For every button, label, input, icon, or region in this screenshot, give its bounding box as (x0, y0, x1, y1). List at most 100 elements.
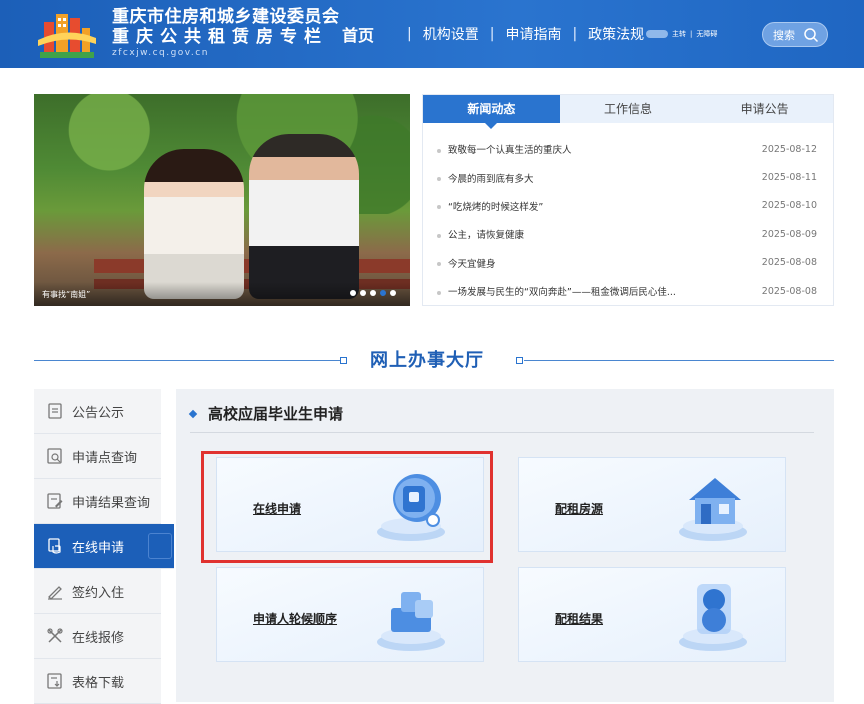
news-item[interactable]: 一场发展与民生的“双向奔赴”——租金微调后民心佳... 2025-08-08 (437, 277, 817, 305)
search-button[interactable]: 搜索 (762, 22, 828, 47)
card-label[interactable]: 配租房源 (555, 500, 603, 517)
news-item[interactable]: 公主，请恢复健康 2025-08-09 (437, 220, 817, 248)
header-utility-links: 主转 | 无障碍 (646, 29, 717, 39)
news-item[interactable]: 今天宜健身 2025-08-08 (437, 249, 817, 277)
card-label[interactable]: 配租结果 (555, 610, 603, 627)
active-item-watermark-icon (148, 533, 172, 559)
result-doc-icon (47, 493, 63, 509)
tab-work-info[interactable]: 工作信息 (560, 95, 697, 123)
photo-person-woman (144, 149, 244, 299)
carousel-dot[interactable] (350, 290, 356, 296)
diamond-icon (188, 409, 198, 418)
card-label[interactable]: 申请人轮候顺序 (253, 610, 337, 627)
card-rental-housing[interactable]: 配租房源 (518, 457, 786, 552)
panel-divider (190, 432, 814, 433)
tab-announcements[interactable]: 申请公告 (696, 95, 833, 123)
link-main[interactable]: 主转 (672, 29, 686, 39)
news-date: 2025-08-08 (761, 285, 817, 297)
cube-stack-icon (377, 592, 445, 651)
bullet-icon (437, 233, 441, 238)
news-title[interactable]: 公主，请恢复健康 (448, 230, 524, 241)
main-nav: 首页 | 机构设置 | 申请指南 | 政策法规 (342, 22, 644, 46)
bullet-icon (437, 290, 441, 295)
sidebar-item-online-repair[interactable]: 在线报修 (34, 614, 161, 659)
news-tabs: 新闻动态 工作信息 申请公告 (423, 95, 833, 129)
nav-home[interactable]: 首页 (342, 22, 374, 46)
tab-news[interactable]: 新闻动态 (423, 95, 560, 129)
news-date: 2025-08-11 (761, 172, 817, 184)
sidebar-item-announcements[interactable]: 公告公示 (34, 389, 161, 434)
news-title[interactable]: 今天宜健身 (448, 259, 496, 270)
repair-tools-icon (47, 628, 63, 643)
card-rental-result[interactable]: 配租结果 (518, 567, 786, 662)
blurred-link[interactable] (646, 30, 668, 38)
bullet-icon (437, 205, 441, 210)
highlight-box (201, 451, 493, 563)
news-date: 2025-08-10 (761, 200, 817, 212)
bullet-icon (437, 177, 441, 182)
carousel-dot-active[interactable] (380, 290, 386, 296)
hand-apply-icon (48, 538, 61, 554)
notice-icon (48, 403, 62, 419)
house-icon (679, 478, 747, 541)
download-form-icon (47, 673, 62, 689)
search-icon (804, 28, 819, 43)
news-panel: 新闻动态 工作信息 申请公告 致敬每一个认真生活的重庆人 2025-08-12 … (422, 94, 834, 306)
site-domain: zfcxjw.cq.gov.cn (112, 48, 209, 58)
sidebar-item-online-apply[interactable]: 在线申请 (34, 524, 174, 569)
news-date: 2025-08-12 (761, 143, 817, 155)
sidebar-item-label: 在线报修 (72, 630, 125, 646)
sidebar-item-label: 申请结果查询 (72, 495, 151, 511)
news-title[interactable]: 一场发展与民生的“双向奔赴”——租金微调后民心佳... (448, 287, 676, 298)
news-date: 2025-08-08 (761, 257, 817, 269)
search-doc-icon (47, 448, 62, 464)
photo-carousel[interactable]: 有事找“南姐” (34, 94, 410, 306)
sphere-icon (679, 584, 747, 651)
panel-title-text: 高校应届毕业生申请 (208, 405, 344, 423)
news-item[interactable]: “吃烧烤的时候这样发” 2025-08-10 (437, 192, 817, 220)
sidebar-item-label: 签约入住 (72, 585, 125, 601)
photo-person-man (249, 134, 359, 299)
section-divider-left (34, 360, 340, 361)
news-title[interactable]: 今晨的雨到底有多大 (448, 174, 534, 185)
news-title[interactable]: 致敬每一个认真生活的重庆人 (448, 145, 572, 156)
carousel-dot[interactable] (370, 290, 376, 296)
panel-title: 高校应届毕业生申请 (188, 403, 344, 424)
link-divider: | (690, 30, 693, 38)
nav-guide[interactable]: 申请指南 (505, 24, 561, 44)
link-accessibility[interactable]: 无障碍 (696, 29, 717, 39)
carousel-caption[interactable]: 有事找“南姐” (42, 289, 90, 300)
site-subtitle: 重庆公共租赁房专栏 (112, 27, 328, 47)
news-item[interactable]: 致敬每一个认真生活的重庆人 2025-08-12 (437, 135, 817, 163)
carousel-dot[interactable] (390, 290, 396, 296)
section-title: 网上办事大厅 (370, 350, 484, 371)
sign-pen-icon (48, 586, 62, 600)
section-divider-marker (340, 357, 347, 364)
sidebar-item-label: 在线申请 (72, 540, 125, 556)
card-queue-order[interactable]: 申请人轮候顺序 (216, 567, 484, 662)
sidebar-item-label: 申请点查询 (72, 450, 138, 466)
sidebar-item-sign-checkin[interactable]: 签约入住 (34, 569, 161, 614)
sidebar-item-location-query[interactable]: 申请点查询 (34, 434, 161, 479)
carousel-dots (350, 290, 396, 296)
section-divider-marker (516, 357, 523, 364)
bullet-icon (437, 262, 441, 267)
section-divider-right (524, 360, 834, 361)
service-sidebar: 公告公示 申请点查询 申请结果查询 在线申请 签约入住 在线报修 表格下载 (34, 389, 174, 704)
city-logo-icon (38, 14, 96, 58)
site-title: 重庆市住房和城乡建设委员会 (112, 7, 340, 27)
nav-divider: | (407, 26, 412, 42)
sidebar-item-result-query[interactable]: 申请结果查询 (34, 479, 161, 524)
sidebar-item-label: 表格下载 (72, 675, 125, 691)
carousel-dot[interactable] (360, 290, 366, 296)
news-item[interactable]: 今晨的雨到底有多大 2025-08-11 (437, 163, 817, 191)
nav-divider: | (489, 26, 495, 42)
sidebar-item-form-download[interactable]: 表格下载 (34, 659, 161, 704)
nav-policy[interactable]: 政策法规 (588, 24, 644, 44)
news-date: 2025-08-09 (761, 228, 817, 240)
search-label: 搜索 (773, 28, 795, 42)
site-header: 重庆市住房和城乡建设委员会 重庆公共租赁房专栏 zfcxjw.cq.gov.cn… (0, 0, 864, 68)
nav-organization[interactable]: 机构设置 (423, 24, 479, 44)
news-title[interactable]: “吃烧烤的时候这样发” (448, 202, 543, 213)
nav-divider: | (572, 26, 578, 42)
